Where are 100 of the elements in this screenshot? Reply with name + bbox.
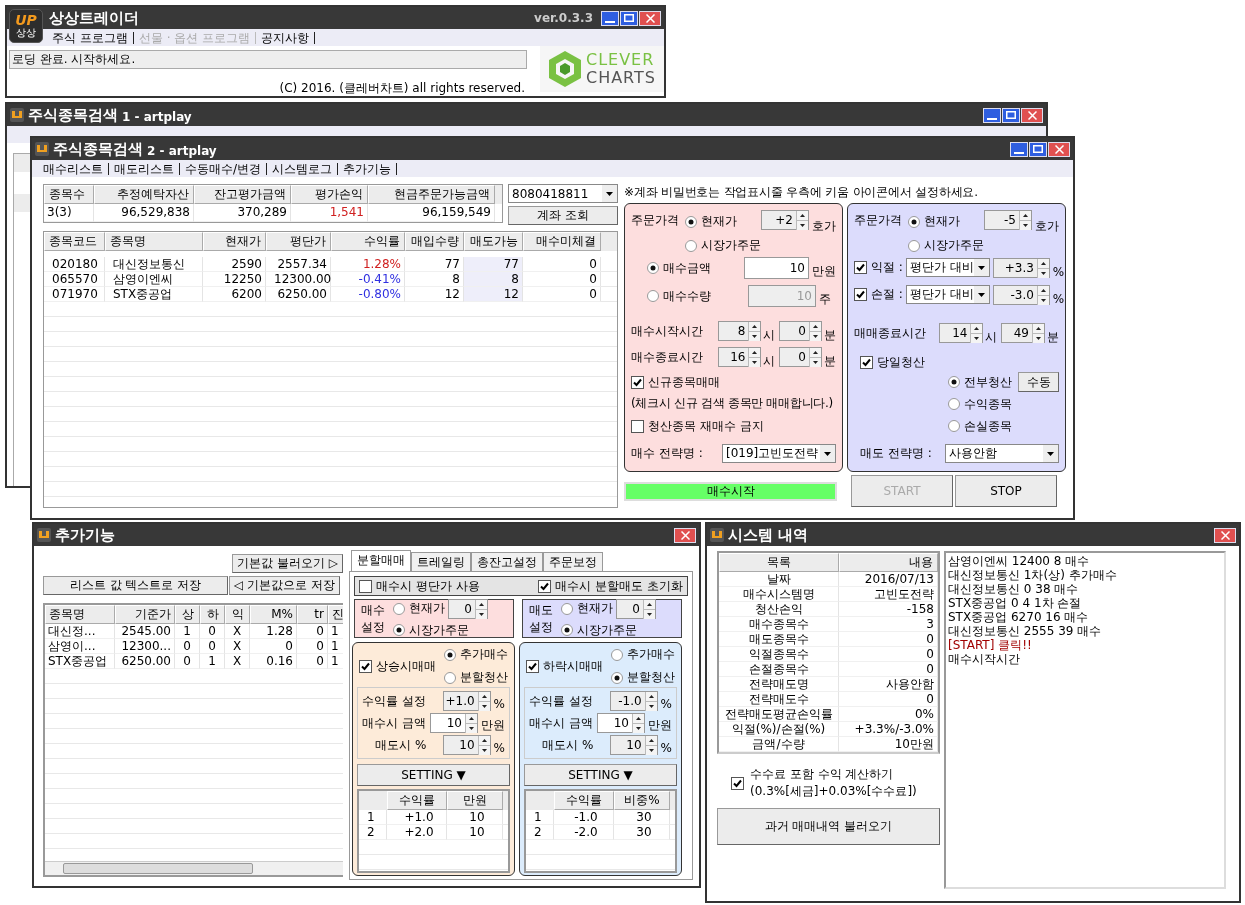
- number-spinner[interactable]: +3.3: [992, 257, 1050, 278]
- number-spinner[interactable]: +1.0: [442, 691, 491, 711]
- radio-button[interactable]: [611, 648, 623, 661]
- load-history-button[interactable]: 과거 매매내역 불러오기: [717, 808, 940, 845]
- menu-item[interactable]: 매도리스트: [109, 162, 180, 175]
- up-arrow-icon[interactable]: [749, 322, 761, 332]
- radio-button[interactable]: [908, 239, 920, 252]
- up-arrow-icon[interactable]: [810, 348, 821, 358]
- dropdown[interactable]: 평단가 대비: [905, 285, 990, 304]
- menu-item[interactable]: 추가기능: [338, 162, 398, 175]
- checkbox[interactable]: [631, 376, 644, 389]
- down-arrow-icon[interactable]: [797, 221, 808, 230]
- checkbox[interactable]: [359, 579, 372, 593]
- checkbox[interactable]: [731, 776, 744, 790]
- down-arrow-icon[interactable]: [810, 358, 821, 367]
- number-spinner[interactable]: 0: [616, 598, 656, 619]
- radio-button[interactable]: [647, 262, 659, 274]
- up-arrow-icon[interactable]: [478, 736, 490, 746]
- number-spinner[interactable]: 10: [430, 713, 478, 733]
- tab[interactable]: 총잔고설정: [471, 552, 543, 571]
- number-spinner[interactable]: 14: [939, 323, 984, 343]
- close-button[interactable]: [1021, 107, 1043, 123]
- number-spinner[interactable]: 10: [609, 735, 658, 755]
- down-arrow-icon[interactable]: [1020, 221, 1031, 230]
- minimize-button[interactable]: [1010, 141, 1028, 157]
- radio-button[interactable]: [908, 215, 920, 228]
- dropdown[interactable]: 사용안함: [945, 444, 1059, 463]
- menu-item[interactable]: 공지사항: [256, 31, 316, 44]
- checkbox[interactable]: [631, 420, 644, 433]
- up-arrow-icon[interactable]: [749, 348, 761, 358]
- number-spinner[interactable]: -1.0: [609, 691, 658, 711]
- minimize-button[interactable]: [983, 107, 1001, 123]
- tab[interactable]: 트레일링: [411, 552, 471, 571]
- radio-button[interactable]: [393, 602, 405, 615]
- radio-button[interactable]: [948, 376, 960, 388]
- menu-item[interactable]: 수동매수/변경: [180, 162, 268, 175]
- down-arrow-icon[interactable]: [633, 724, 644, 733]
- radio-button[interactable]: [444, 671, 456, 684]
- number-spinner[interactable]: 0: [779, 321, 822, 341]
- save-list-button[interactable]: 리스트 값 텍스트로 저장: [43, 576, 228, 595]
- checkbox[interactable]: [860, 356, 873, 369]
- radio-button[interactable]: [444, 648, 456, 661]
- maximize-button[interactable]: [620, 10, 638, 26]
- radio-button[interactable]: [561, 624, 573, 636]
- manual-button[interactable]: 수동: [1018, 372, 1059, 392]
- close-button[interactable]: [639, 10, 661, 26]
- stop-button[interactable]: STOP: [955, 475, 1057, 507]
- dropdown[interactable]: 평단가 대비: [905, 258, 990, 277]
- close-button[interactable]: [1048, 141, 1070, 157]
- radio-button[interactable]: [393, 624, 405, 636]
- radio-button[interactable]: [948, 398, 960, 410]
- number-spinner[interactable]: 49: [1001, 323, 1045, 343]
- number-spinner[interactable]: -5: [984, 210, 1032, 230]
- menu-item[interactable]: 매수리스트: [38, 162, 109, 175]
- scrollbar-thumb[interactable]: [63, 863, 253, 874]
- checkbox[interactable]: [359, 659, 372, 673]
- horizontal-scrollbar[interactable]: [45, 861, 343, 875]
- checkbox[interactable]: [854, 261, 867, 274]
- maximize-button[interactable]: [1029, 141, 1047, 157]
- tab[interactable]: 주문보정: [543, 552, 603, 571]
- tab[interactable]: 분할매매: [351, 550, 411, 571]
- maximize-button[interactable]: [1002, 107, 1020, 123]
- radio-button[interactable]: [685, 215, 697, 228]
- number-spinner[interactable]: 0: [448, 598, 488, 619]
- up-arrow-icon[interactable]: [466, 714, 477, 724]
- setting-button[interactable]: SETTING ▼: [524, 764, 677, 786]
- menu-item[interactable]: 시스템로그: [267, 162, 339, 175]
- down-arrow-icon[interactable]: [1033, 334, 1044, 343]
- up-arrow-icon[interactable]: [645, 736, 657, 746]
- menu-item[interactable]: 주식 프로그램: [47, 31, 134, 44]
- up-arrow-icon[interactable]: [645, 692, 657, 702]
- checkbox[interactable]: [854, 288, 867, 301]
- radio-button[interactable]: [948, 420, 960, 432]
- minimize-button[interactable]: [601, 10, 619, 26]
- close-button[interactable]: [674, 527, 696, 543]
- checkbox[interactable]: [526, 659, 539, 673]
- number-spinner[interactable]: 10: [597, 713, 645, 733]
- checkbox[interactable]: [538, 579, 552, 593]
- radio-button[interactable]: [561, 602, 573, 615]
- radio-button[interactable]: [685, 239, 697, 252]
- down-arrow-icon[interactable]: [466, 724, 477, 733]
- number-spinner[interactable]: 0: [779, 347, 822, 367]
- up-arrow-icon[interactable]: [1020, 211, 1031, 221]
- dropdown[interactable]: [019]고빈도전략: [722, 444, 836, 463]
- save-defaults-button[interactable]: ◁ 기본값으로 저장: [229, 576, 340, 595]
- number-spinner[interactable]: 8: [718, 321, 762, 341]
- up-arrow-icon[interactable]: [478, 692, 490, 702]
- number-spinner[interactable]: -3.0: [992, 284, 1050, 305]
- load-defaults-button[interactable]: 기본값 불러오기 ▷: [232, 554, 343, 573]
- radio-button[interactable]: [611, 671, 623, 684]
- close-button[interactable]: [1214, 527, 1236, 543]
- up-arrow-icon[interactable]: [797, 211, 808, 221]
- number-spinner[interactable]: 10: [442, 735, 491, 755]
- account-query-button[interactable]: 계좌 조회: [508, 206, 618, 225]
- up-arrow-icon[interactable]: [633, 714, 644, 724]
- number-spinner[interactable]: +2: [761, 210, 809, 230]
- down-arrow-icon[interactable]: [810, 332, 821, 341]
- amount-field[interactable]: 10: [743, 257, 809, 279]
- up-arrow-icon[interactable]: [810, 322, 821, 332]
- up-arrow-icon[interactable]: [1033, 324, 1044, 334]
